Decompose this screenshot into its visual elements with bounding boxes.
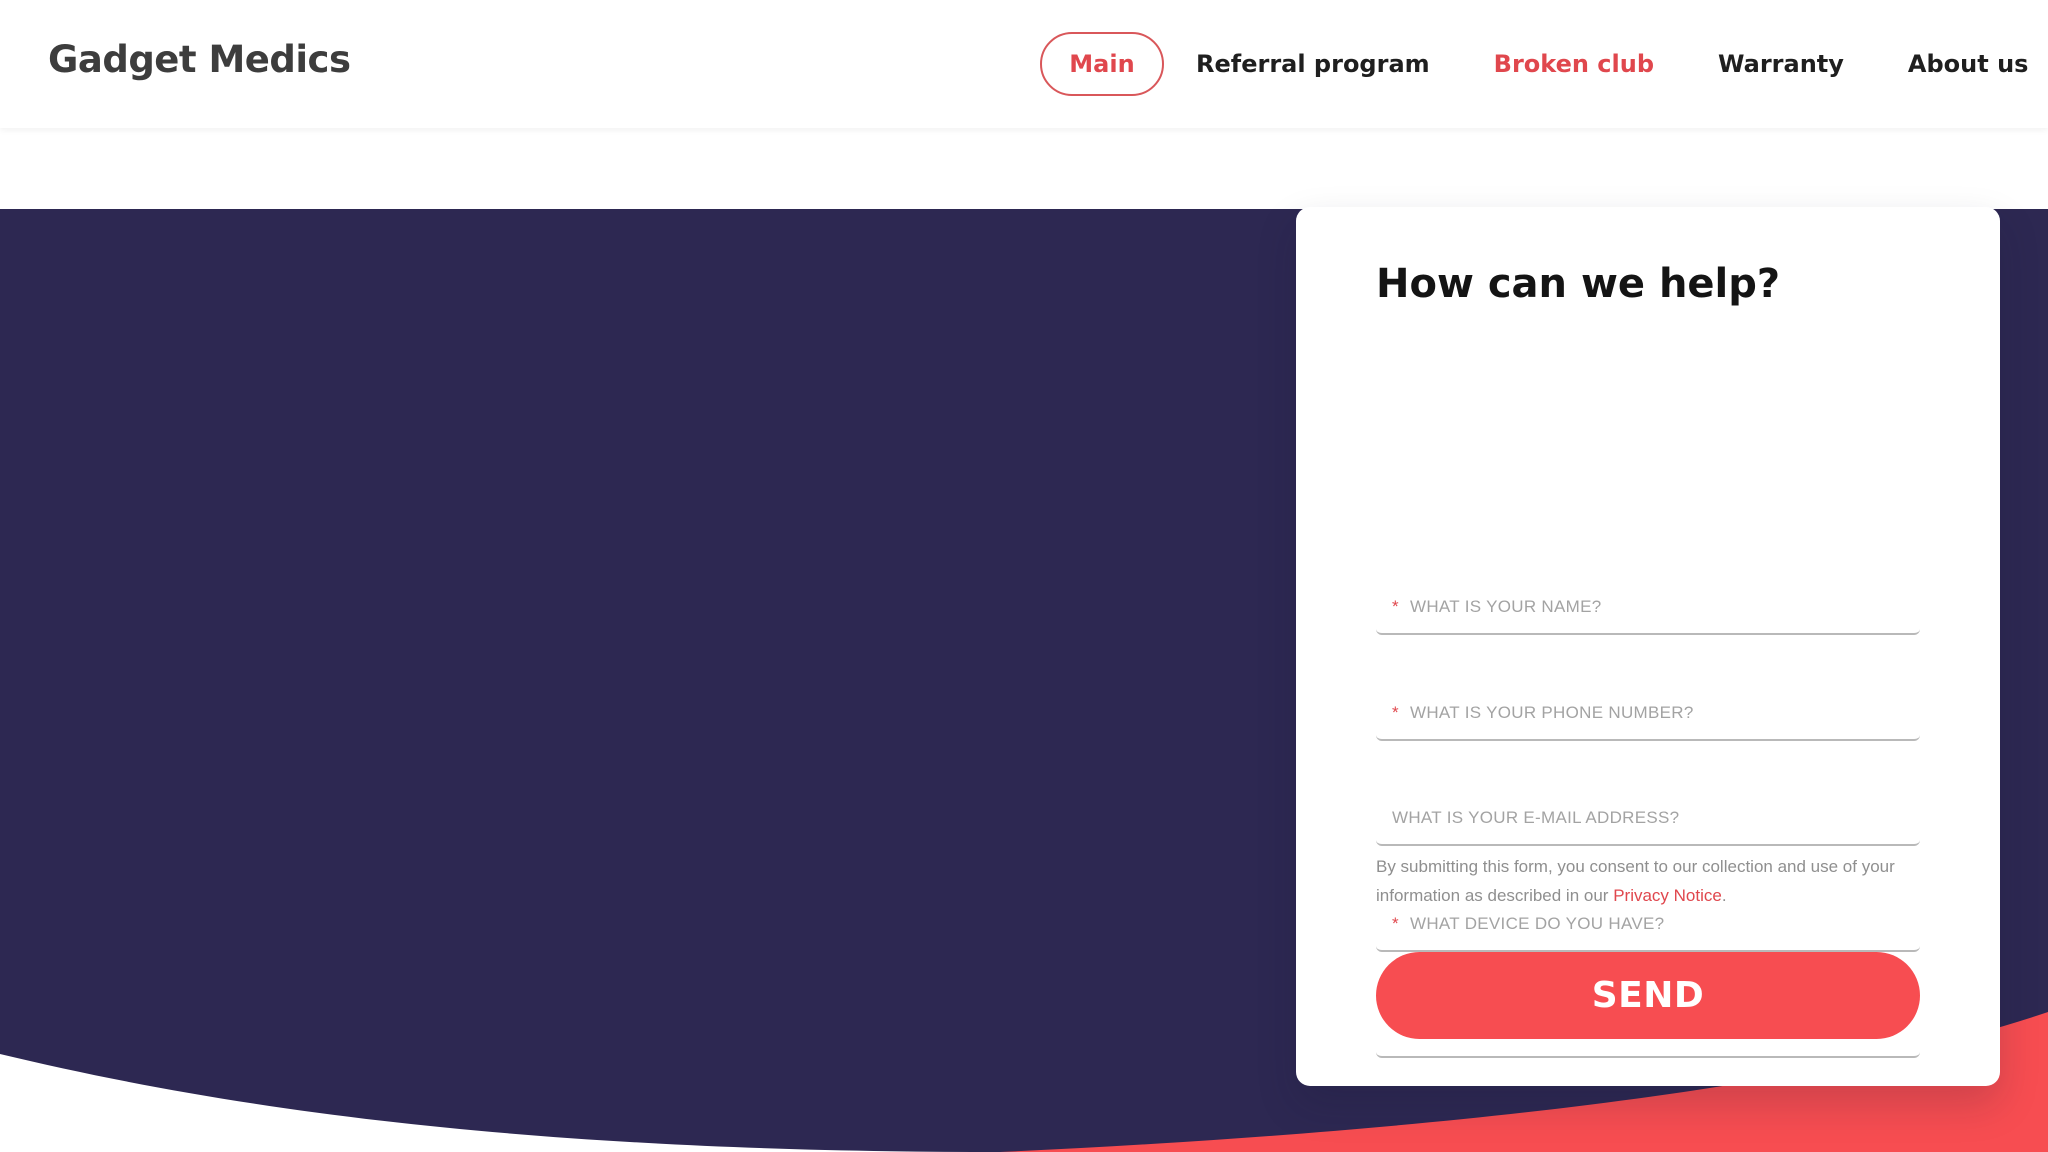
phone-input[interactable] (1410, 697, 1910, 729)
nav-item-warranty[interactable]: Warranty (1718, 50, 1844, 78)
consent-notice: By submitting this form, you consent to … (1376, 852, 1936, 910)
help-form-card: How can we help? * * * * By submitting t… (1296, 207, 2000, 1086)
nav-item-main[interactable]: Main (1040, 32, 1164, 96)
nav-item-about-us[interactable]: About us (1908, 50, 2029, 78)
email-input[interactable] (1392, 802, 1892, 834)
nav-item-broken-club[interactable]: Broken club (1494, 50, 1654, 78)
name-input[interactable] (1410, 591, 1910, 623)
required-marker: * (1392, 597, 1399, 616)
nav-item-referral-program[interactable]: Referral program (1196, 50, 1430, 78)
consent-period: . (1721, 886, 1727, 905)
email-field[interactable] (1376, 788, 1920, 846)
site-header: Gadget Medics Main Referral program Brok… (0, 0, 2048, 128)
required-marker: * (1392, 914, 1399, 933)
device-input[interactable] (1410, 908, 1910, 940)
main-navigation: Main Referral program Broken club Warran… (1040, 32, 2028, 96)
phone-field[interactable]: * (1376, 683, 1920, 741)
send-button[interactable]: SEND (1376, 952, 1920, 1039)
privacy-notice-link[interactable]: Privacy Notice (1613, 886, 1722, 905)
required-marker: * (1392, 703, 1399, 722)
form-title: How can we help? (1376, 261, 1781, 307)
brand-logo[interactable]: Gadget Medics (48, 38, 351, 81)
name-field[interactable]: * (1376, 577, 1920, 635)
